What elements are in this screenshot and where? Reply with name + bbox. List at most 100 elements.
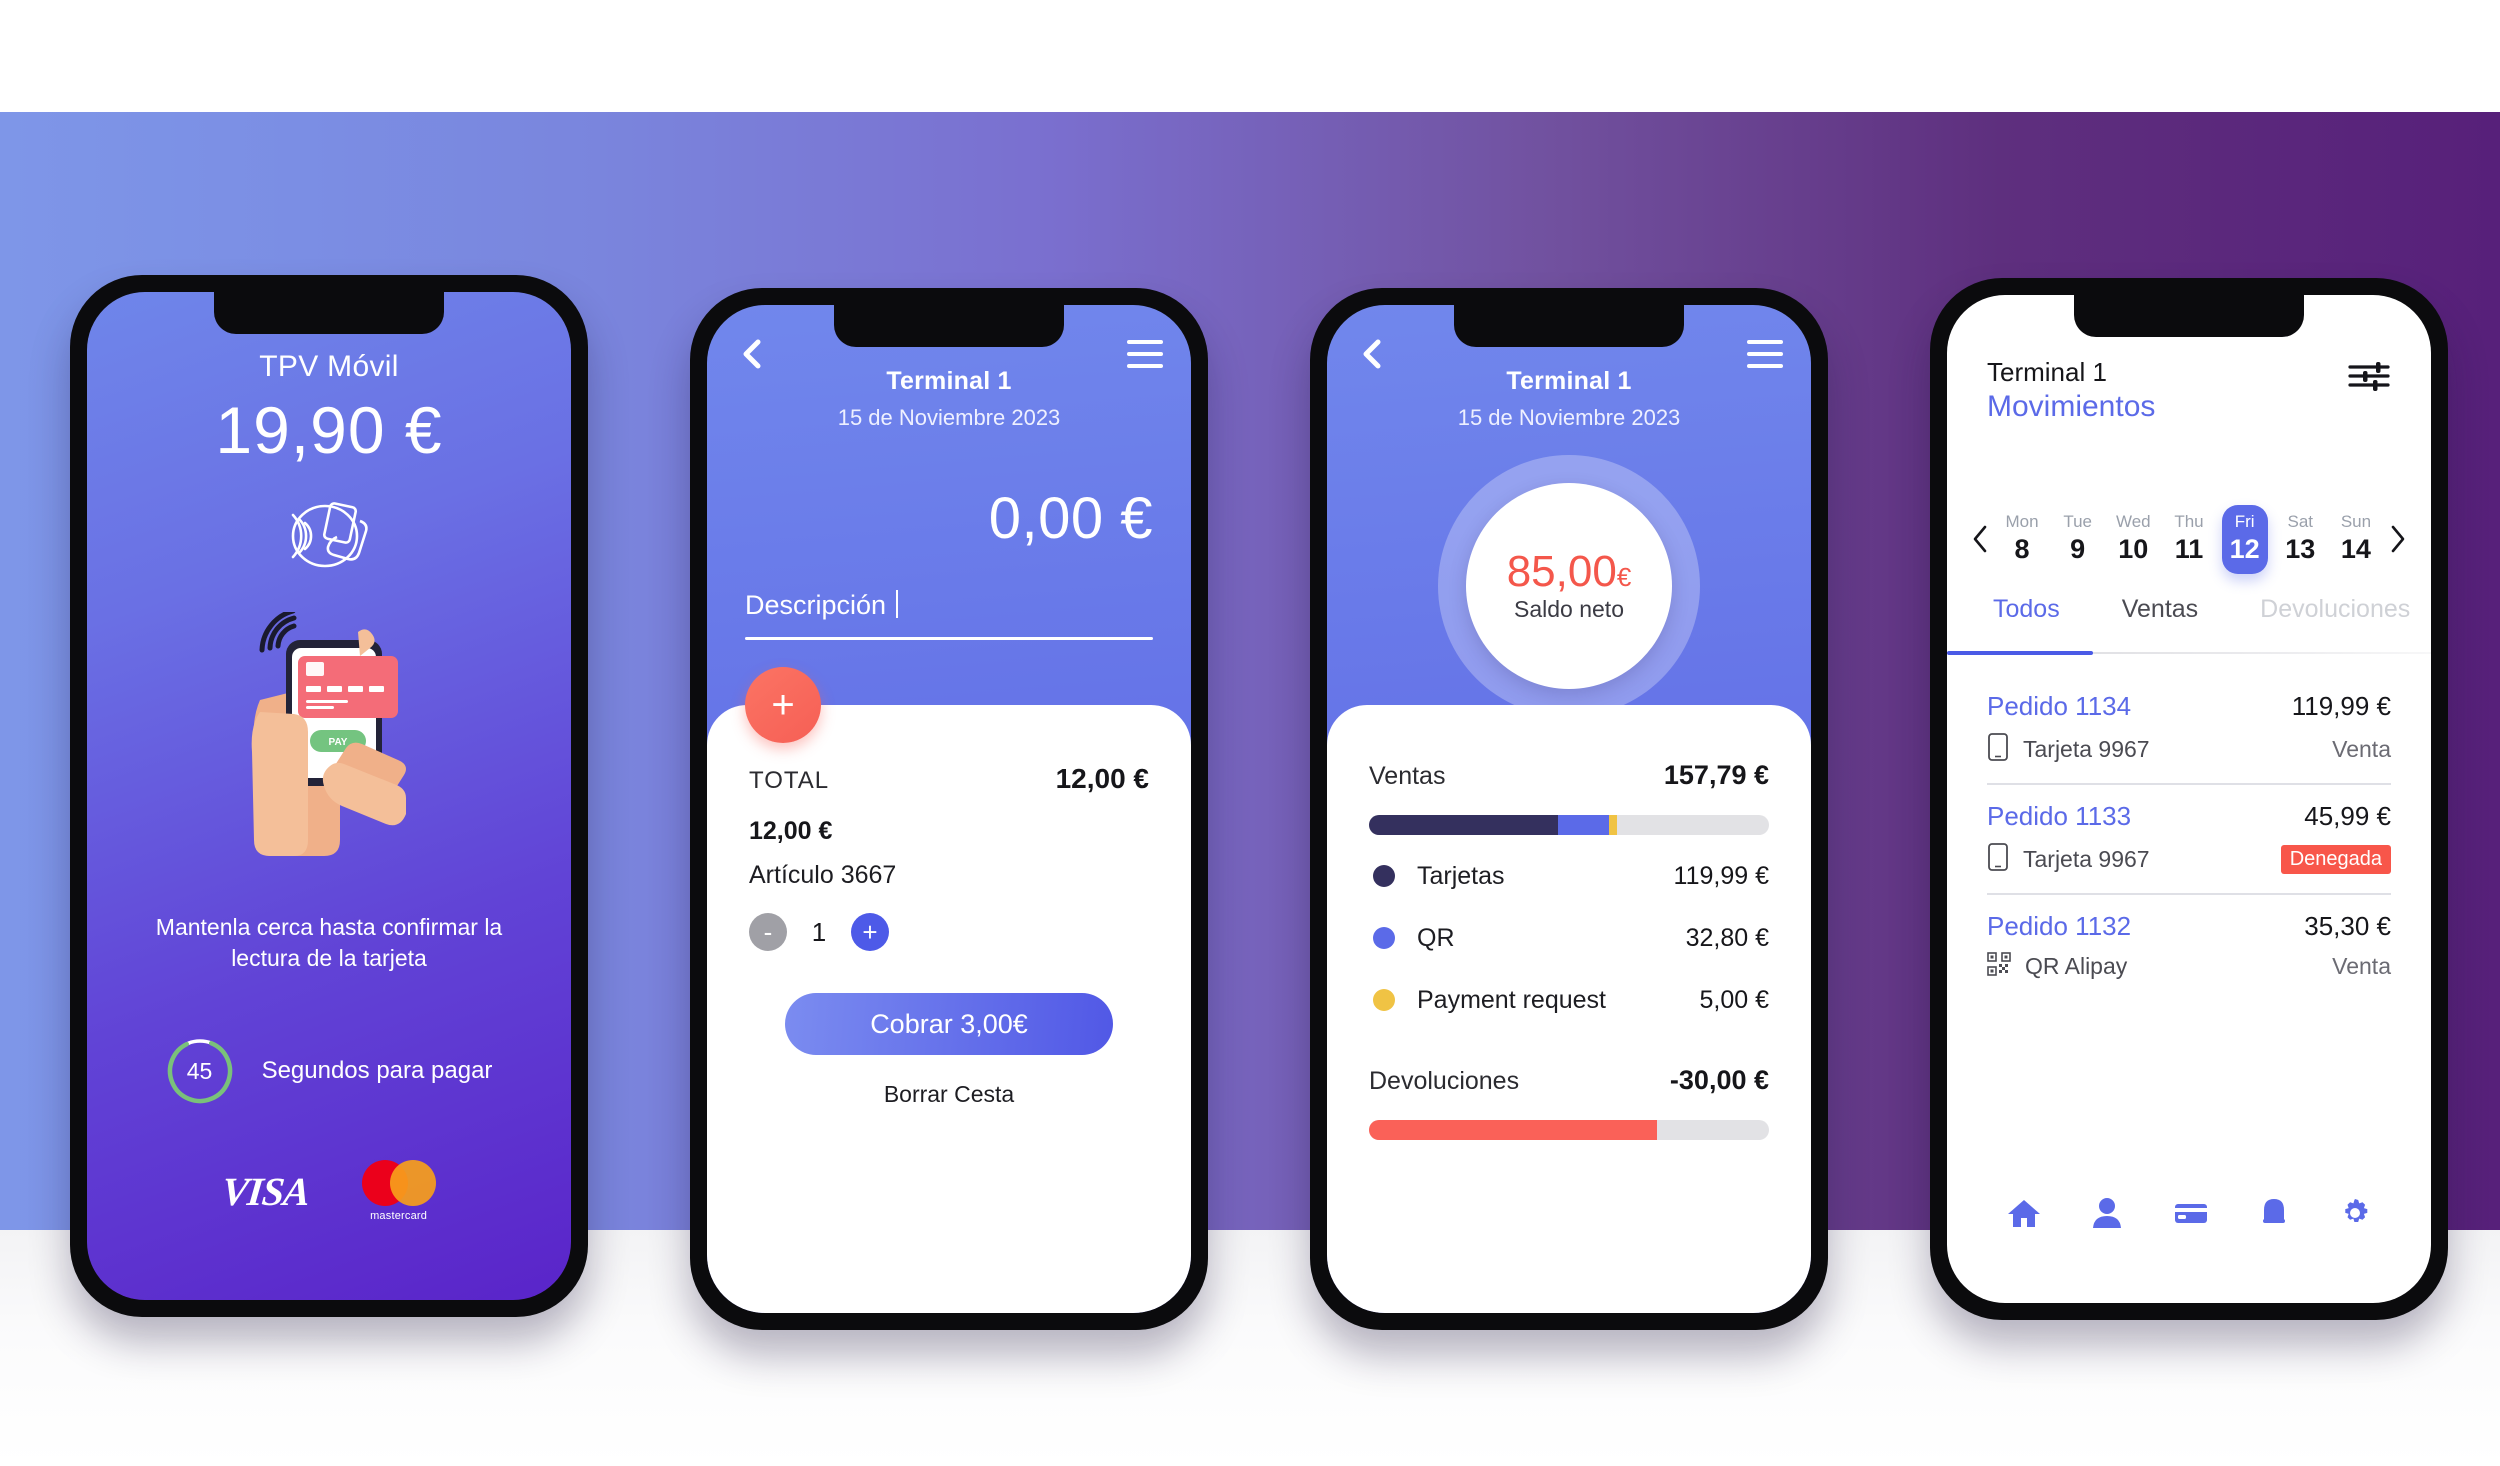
phone2-screen: Terminal 1 15 de Noviembre 2023 0,00 € D…: [707, 305, 1191, 1313]
sales-legend: Tarjetas 119,99 € QR 32,80 € Payment request…: [1373, 845, 1769, 1031]
payment-method-label: QR Alipay: [2025, 953, 2128, 979]
phone3-topbar: [1327, 337, 1811, 381]
date-weekday: Sat: [2287, 511, 2314, 531]
legend-item: QR 32,80 €: [1373, 907, 1769, 969]
date-weekday: Tue: [2063, 511, 2092, 531]
phone1-screen: TPV Móvil 19,90 € PAY Mantenla cerca has…: [87, 292, 571, 1300]
back-button[interactable]: [737, 337, 767, 371]
refunds-value: -30,00 €: [1669, 1065, 1769, 1095]
back-button[interactable]: [1357, 337, 1387, 371]
transaction-row[interactable]: Pedido 1134 119,99 € Tarjeta 9967 Venta: [1987, 675, 2391, 785]
next-week-button[interactable]: [2383, 522, 2413, 556]
legend-label: QR: [1417, 923, 1455, 952]
mastercard-logo: mastercard: [361, 1160, 436, 1222]
sales-bar-segment: [1557, 815, 1610, 835]
order-link[interactable]: Pedido 1132: [1987, 911, 2131, 942]
transaction-row[interactable]: Pedido 1132 35,30 € QR Alipay Venta: [1987, 895, 2391, 997]
transaction-amount: 119,99 €: [2291, 691, 2391, 721]
quantity-value: 1: [811, 916, 827, 947]
mastercard-circles-icon: [361, 1160, 436, 1206]
date-cell[interactable]: Fri 12: [2221, 504, 2268, 574]
sales-bar-segment: [1369, 815, 1558, 835]
line-item-name: Artículo 3667: [749, 861, 897, 889]
net-balance-number: 85,00: [1506, 546, 1617, 596]
home-icon[interactable]: [2007, 1197, 2041, 1229]
prev-week-button[interactable]: [1965, 522, 1995, 556]
bell-icon[interactable]: [2260, 1197, 2288, 1229]
person-icon[interactable]: [2092, 1197, 2122, 1229]
payment-hint-text: Mantenla cerca hasta confirmar la lectur…: [155, 914, 503, 971]
add-item-button[interactable]: +: [745, 667, 821, 743]
total-label: TOTAL: [749, 767, 830, 794]
description-input[interactable]: Descripción: [745, 590, 1153, 640]
phone4-notch: [2074, 295, 2304, 337]
total-value: 12,00 €: [1055, 763, 1149, 794]
date-number: 13: [2285, 533, 2316, 564]
legend-value: 119,99 €: [1673, 861, 1769, 890]
tab-ventas[interactable]: Ventas: [2122, 595, 2198, 624]
tab-todos[interactable]: Todos: [1993, 595, 2060, 624]
sales-value: 157,79 €: [1663, 760, 1769, 790]
legend-color-dot: [1373, 865, 1395, 887]
transaction-amount: 45,99 €: [2304, 801, 2391, 831]
movements-header: Terminal 1 Movimientos: [1987, 355, 2155, 425]
phone-mockup-summary: Terminal 1 15 de Noviembre 2023 85,00€ S…: [1310, 288, 1828, 1330]
refunds-label: Devoluciones: [1369, 1067, 1520, 1095]
quantity-increase-button[interactable]: +: [851, 913, 889, 951]
phone3-screen: Terminal 1 15 de Noviembre 2023 85,00€ S…: [1327, 305, 1811, 1313]
legend-label: Payment request: [1417, 985, 1606, 1014]
refunds-bar-fill: [1369, 1120, 1657, 1140]
gear-icon[interactable]: [2339, 1197, 2371, 1229]
transaction-row[interactable]: Pedido 1133 45,99 € Tarjeta 9967 Denegada: [1987, 785, 2391, 895]
line-item-price: 12,00 €: [749, 817, 833, 845]
clear-cart-button[interactable]: Borrar Cesta: [707, 1081, 1191, 1108]
date-selector: Mon 8 Tue 9 Wed 10 Thu 11 Fri 12 Sat 13 Sun 14: [1965, 495, 2413, 583]
bottom-navigation: [1947, 1197, 2431, 1229]
phone-mockup-movements: Terminal 1 Movimientos Mon 8 Tue 9 Wed 1…: [1930, 278, 2448, 1320]
phone4-screen: Terminal 1 Movimientos Mon 8 Tue 9 Wed 1…: [1947, 295, 2431, 1303]
active-tab-underline: [1947, 651, 2093, 655]
date-number: 9: [2070, 533, 2086, 564]
payment-timer: 45 Segundos para pagar: [87, 1037, 571, 1105]
net-balance-widget: 85,00€ Saldo neto: [1438, 455, 1700, 717]
legend-value: 5,00 €: [1699, 985, 1769, 1014]
net-balance-amount: 85,00€: [1506, 546, 1632, 596]
charge-button[interactable]: Cobrar 3,00€: [785, 993, 1113, 1055]
movements-tabs: Todos Ventas Devoluciones: [1947, 595, 2431, 657]
tabs-row: Todos Ventas Devoluciones: [1947, 595, 2431, 624]
timer-seconds-value: 45: [186, 1057, 213, 1084]
refunds-bar: [1369, 1120, 1769, 1140]
card-icon[interactable]: [2174, 1197, 2208, 1229]
net-balance-currency: €: [1616, 561, 1632, 592]
transaction-amount: 35,30 €: [2304, 911, 2391, 941]
pay-button-label: PAY: [329, 737, 348, 748]
legend-label: Tarjetas: [1417, 861, 1505, 890]
date-cell[interactable]: Mon 8: [1999, 505, 2045, 574]
net-balance-inner: 85,00€ Saldo neto: [1466, 483, 1672, 689]
date-weekday: Fri: [2234, 511, 2255, 531]
date-list: Mon 8 Tue 9 Wed 10 Thu 11 Fri 12 Sat 13 Sun 14: [1995, 504, 2383, 574]
tab-devoluciones[interactable]: Devoluciones: [2260, 595, 2410, 624]
sales-row: Ventas 157,79 €: [1369, 760, 1769, 791]
date-cell[interactable]: Sat 13: [2277, 505, 2323, 574]
terminal-date: 15 de Noviembre 2023: [1457, 405, 1681, 430]
hamburger-menu-icon[interactable]: [1127, 340, 1163, 368]
quantity-stepper: - 1 +: [749, 913, 889, 951]
order-link[interactable]: Pedido 1134: [1987, 691, 2131, 722]
hamburger-menu-icon[interactable]: [1747, 340, 1783, 368]
status-label: Venta: [2332, 736, 2391, 762]
quantity-decrease-button[interactable]: -: [749, 913, 787, 951]
date-cell[interactable]: Thu 11: [2166, 505, 2212, 574]
date-cell[interactable]: Tue 9: [2055, 505, 2101, 574]
cart-total-row: TOTAL 12,00 €: [749, 763, 1149, 795]
date-cell[interactable]: Sun 14: [2333, 505, 2379, 574]
terminal-label: Terminal 1: [1987, 357, 2107, 387]
date-weekday: Sun: [2340, 511, 2372, 531]
sliders-filter-icon[interactable]: [2347, 359, 2391, 393]
date-weekday: Thu: [2174, 511, 2204, 531]
order-link[interactable]: Pedido 1133: [1987, 801, 2131, 832]
legend-value: 32,80 €: [1685, 923, 1769, 952]
date-cell[interactable]: Wed 10: [2110, 505, 2156, 574]
mobile-phone-icon: [1987, 842, 2009, 877]
date-number: 10: [2118, 533, 2149, 564]
